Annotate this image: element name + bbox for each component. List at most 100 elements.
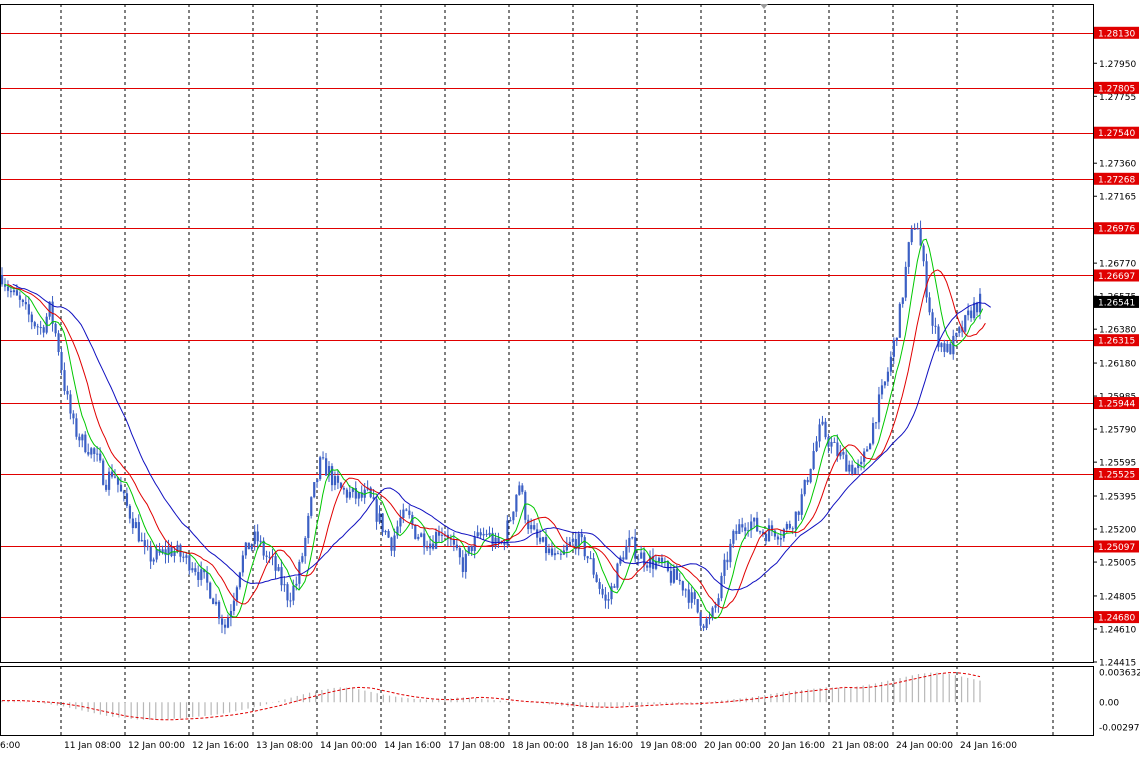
candle-body xyxy=(277,567,280,571)
candle-body xyxy=(36,326,39,328)
candle-body xyxy=(280,567,283,586)
candle-body xyxy=(646,565,649,568)
candle-body xyxy=(140,540,143,542)
candle-body xyxy=(705,618,708,628)
candle-body xyxy=(949,343,952,355)
candle-body xyxy=(527,519,530,530)
candle-body xyxy=(640,552,643,559)
candle-body xyxy=(289,600,292,602)
candle-body xyxy=(482,533,485,536)
candle-body xyxy=(512,511,515,521)
time-tick-label: 12 Jan 16:00 xyxy=(192,741,249,751)
candle-body xyxy=(536,529,539,538)
candle-body xyxy=(402,509,405,518)
candle-body xyxy=(194,568,197,572)
candle-body xyxy=(108,471,111,490)
candle-body xyxy=(958,327,961,334)
candle-body xyxy=(785,523,788,530)
candle-body xyxy=(185,555,188,558)
candle-body xyxy=(286,584,289,601)
price-tick-label: 1.25200 xyxy=(1099,526,1136,536)
candle-body xyxy=(550,548,554,556)
candle-body xyxy=(776,536,780,540)
candle-body xyxy=(660,557,664,563)
candle-body xyxy=(84,434,87,453)
candle-body xyxy=(812,451,815,469)
candle-body xyxy=(440,534,444,536)
candle-body xyxy=(717,598,720,606)
candle-body xyxy=(904,266,907,298)
candle-body xyxy=(30,314,33,323)
candle-body xyxy=(119,484,123,492)
candle-body xyxy=(387,531,390,538)
candle-body xyxy=(330,466,334,486)
candle-body xyxy=(738,524,741,534)
level-tag-label: 1.28130 xyxy=(1098,29,1135,39)
candle-body xyxy=(871,423,875,444)
candle-body xyxy=(128,505,132,519)
candle-body xyxy=(687,589,690,603)
candle-body xyxy=(925,261,928,298)
candle-body xyxy=(729,543,732,563)
candle-body xyxy=(313,482,316,498)
candle-body xyxy=(797,511,800,515)
candle-body xyxy=(414,524,417,539)
candle-body xyxy=(901,297,904,304)
candle-body xyxy=(684,589,687,591)
candle-body xyxy=(886,371,890,382)
osc-tick-label: -0.002973 xyxy=(1099,724,1140,734)
level-tag-label: 1.25525 xyxy=(1098,471,1135,481)
candle-body xyxy=(223,624,227,628)
time-tick-label: 24 Jan 16:00 xyxy=(960,741,1017,751)
price-chart[interactable]: 1.279501.277551.273601.271651.267701.265… xyxy=(0,0,1140,757)
time-tick-label: 18 Jan 16:00 xyxy=(576,741,633,751)
candle-body xyxy=(113,476,117,478)
candle-body xyxy=(628,537,631,547)
candle-body xyxy=(218,601,221,619)
candle-body xyxy=(509,520,512,522)
candle-body xyxy=(907,242,910,267)
candle-body xyxy=(212,598,215,605)
candle-body xyxy=(1,274,4,285)
candle-body xyxy=(316,479,319,483)
candle-body xyxy=(616,563,619,588)
candle-body xyxy=(634,537,637,559)
candle-body xyxy=(976,302,979,313)
candle-body xyxy=(547,548,551,554)
candle-body xyxy=(268,556,271,558)
candle-body xyxy=(806,479,809,483)
candle-body xyxy=(735,530,738,534)
level-tag-label: 1.27268 xyxy=(1098,175,1135,185)
candle-body xyxy=(892,340,895,357)
candle-body xyxy=(542,537,545,542)
candle-body xyxy=(241,555,244,573)
candle-body xyxy=(429,543,432,549)
candle-body xyxy=(702,625,705,628)
candle-body xyxy=(723,559,726,576)
time-tick-label: 11 Jan 08:00 xyxy=(64,741,121,751)
candle-body xyxy=(613,586,616,588)
candle-body xyxy=(21,299,25,302)
candle-body xyxy=(580,533,583,538)
candle-body xyxy=(842,452,845,455)
candle-body xyxy=(732,530,735,544)
candle-body xyxy=(866,449,869,452)
osc-tick-label: 0.003632 xyxy=(1099,669,1140,679)
candle-body xyxy=(824,421,827,438)
time-tick-label: 20 Jan 16:00 xyxy=(768,741,825,751)
candle-body xyxy=(598,582,601,589)
candle-body xyxy=(39,327,42,329)
price-tick-label: 1.27950 xyxy=(1099,60,1136,70)
candle-body xyxy=(283,584,286,586)
candle-body xyxy=(955,333,958,336)
time-tick-label: 21 Jan 08:00 xyxy=(832,741,889,751)
candle-body xyxy=(883,381,887,386)
candle-body xyxy=(964,315,967,332)
candle-body xyxy=(307,515,310,538)
candle-body xyxy=(485,533,488,535)
candle-body xyxy=(678,579,681,582)
candle-body xyxy=(809,468,812,483)
candle-body xyxy=(325,458,328,476)
candle-body xyxy=(206,572,209,583)
candle-body xyxy=(220,618,224,625)
